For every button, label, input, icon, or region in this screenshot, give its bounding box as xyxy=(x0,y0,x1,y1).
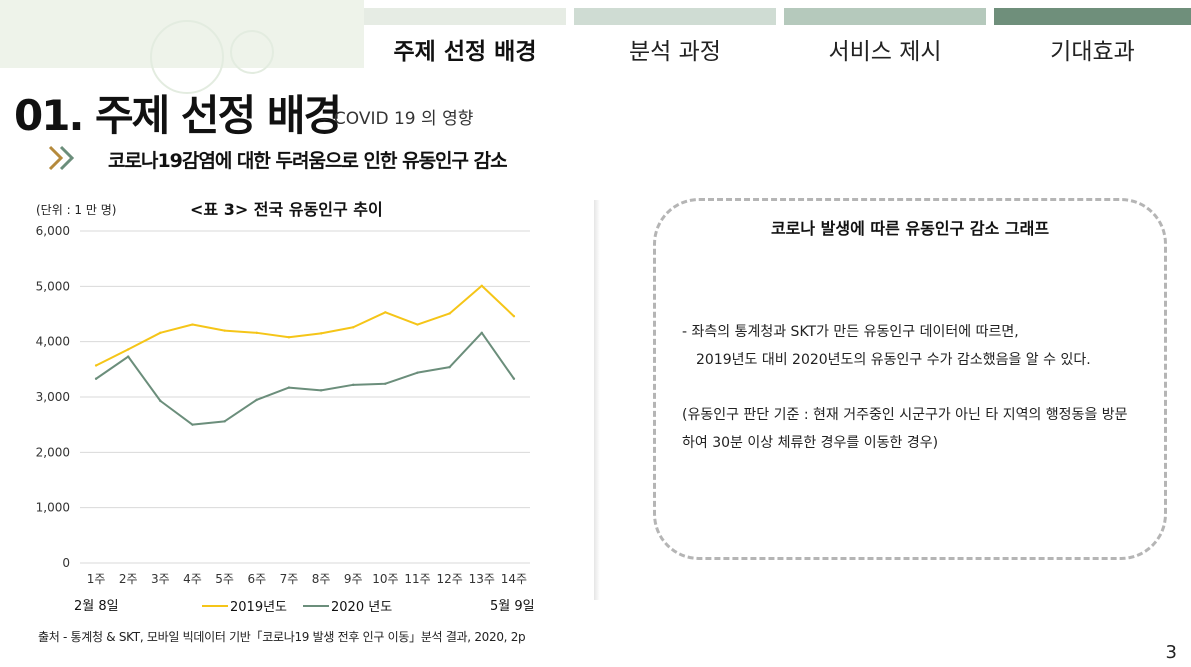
x-tick-label: 4주 xyxy=(183,572,202,586)
data-point xyxy=(255,398,258,401)
data-point xyxy=(94,377,98,380)
x-tick-label: 7주 xyxy=(280,572,299,586)
data-point xyxy=(159,331,162,335)
tab-expected-effects[interactable]: 기대효과 xyxy=(994,8,1191,68)
data-point xyxy=(191,423,194,426)
x-tick-label: 9주 xyxy=(344,572,363,586)
data-point xyxy=(448,312,451,315)
data-point xyxy=(94,364,98,367)
y-tick-label: 4,000 xyxy=(36,335,70,349)
legend-swatch-2019 xyxy=(202,604,228,607)
x-tick-label: 10주 xyxy=(372,572,398,586)
tab-service-proposal[interactable]: 서비스 제시 xyxy=(784,8,986,68)
data-point xyxy=(287,386,291,389)
data-point xyxy=(287,336,291,339)
chart-legend: 2019년도 2020 년도 xyxy=(202,596,392,615)
y-tick-label: 6,000 xyxy=(36,224,70,238)
x-tick-label: 3주 xyxy=(151,572,170,586)
info-box-text: (유동인구 판단 기준 : 현재 거주중인 시군구가 아닌 타 지역의 행정동을… xyxy=(682,407,1128,423)
x-tick-label: 6주 xyxy=(247,572,266,586)
y-tick-label: 1,000 xyxy=(36,501,70,515)
data-point xyxy=(223,329,226,332)
page-subtitle: – COVID 19 의 영향 xyxy=(320,109,474,129)
series-line-2020 xyxy=(95,331,515,426)
tab-label: 기대효과 xyxy=(1050,39,1135,65)
double-chevron-icon xyxy=(48,145,75,171)
line-chart: 0 1,000 2,000 3,000 4,000 5,000 6,000 1주 2주 3주 4주 5… xyxy=(36,224,530,586)
x-tick-label: 14주 xyxy=(501,572,527,586)
y-tick-label: 5,000 xyxy=(36,279,70,293)
data-point xyxy=(512,315,516,318)
tab-bar xyxy=(784,8,986,25)
data-point xyxy=(416,371,419,374)
x-tick-label: 11주 xyxy=(404,572,430,586)
data-point xyxy=(319,332,323,335)
x-tick-label: 2주 xyxy=(119,572,138,586)
date-end-label: 5월 9일 xyxy=(490,599,535,614)
legend-label-2020: 2020 년도 xyxy=(331,600,393,615)
shadow-divider xyxy=(594,200,600,600)
data-point xyxy=(384,382,387,385)
data-point xyxy=(191,323,194,326)
data-point xyxy=(319,389,323,392)
info-box-title: 코로나 발생에 따른 유동인구 감소 그래프 xyxy=(770,219,1050,238)
series-line-2019 xyxy=(95,284,515,367)
section-heading: 코로나19감염에 대한 두려움으로 인한 유동인구 감소 xyxy=(108,150,508,172)
x-tick-label: 8주 xyxy=(312,572,331,586)
source-citation: 출처 - 통계청 & SKT, 모바일 빅데이터 기반「코로나19 발생 전후 … xyxy=(38,630,526,644)
date-start-label: 2월 8일 xyxy=(74,599,119,614)
data-point xyxy=(127,348,130,351)
data-point xyxy=(384,311,387,314)
tab-label: 분석 과정 xyxy=(629,39,721,65)
info-box-text: 하여 30분 이상 체류한 경우를 이동한 경우) xyxy=(682,435,939,451)
data-point xyxy=(159,399,162,403)
legend-label-2019: 2019년도 xyxy=(230,600,288,615)
data-point xyxy=(512,377,516,380)
x-tick-label: 5주 xyxy=(215,572,234,586)
data-point xyxy=(480,331,483,335)
x-tick-label: 1주 xyxy=(87,572,106,586)
y-tick-label: 3,000 xyxy=(36,390,70,404)
tab-topic-background[interactable]: 주제 선정 배경 xyxy=(364,8,566,68)
y-tick-label: 2,000 xyxy=(36,445,70,459)
decor-ring xyxy=(230,30,274,74)
data-point xyxy=(480,284,483,287)
data-point xyxy=(223,420,226,423)
page-title: 01. 주제 선정 배경 xyxy=(14,91,342,140)
tab-label: 서비스 제시 xyxy=(828,39,942,65)
info-box: 코로나 발생에 따른 유동인구 감소 그래프 - 좌측의 통계청과 SKT가 만… xyxy=(653,198,1167,560)
tab-bar xyxy=(574,8,776,25)
data-point xyxy=(352,383,355,387)
legend-swatch-2020 xyxy=(303,604,330,607)
data-point xyxy=(352,326,355,329)
tab-label: 주제 선정 배경 xyxy=(393,39,537,65)
x-tick-label: 12주 xyxy=(436,572,462,586)
tab-bar xyxy=(994,8,1191,25)
page-number: 3 xyxy=(1165,642,1177,663)
corner-decoration xyxy=(0,0,364,94)
tab-bar xyxy=(364,8,566,25)
x-tick-label: 13주 xyxy=(469,572,495,586)
info-box-text: - 좌측의 통계청과 SKT가 만든 유동인구 데이터에 따르면, xyxy=(682,324,1019,340)
tab-analysis-process[interactable]: 분석 과정 xyxy=(574,8,776,68)
y-tick-label: 0 xyxy=(62,556,70,570)
data-point xyxy=(448,365,451,369)
data-point xyxy=(255,331,258,335)
data-point xyxy=(416,323,419,326)
data-point xyxy=(127,355,130,358)
info-box-text: 2019년도 대비 2020년도의 유동인구 수가 감소했음을 알 수 있다. xyxy=(696,352,1091,368)
